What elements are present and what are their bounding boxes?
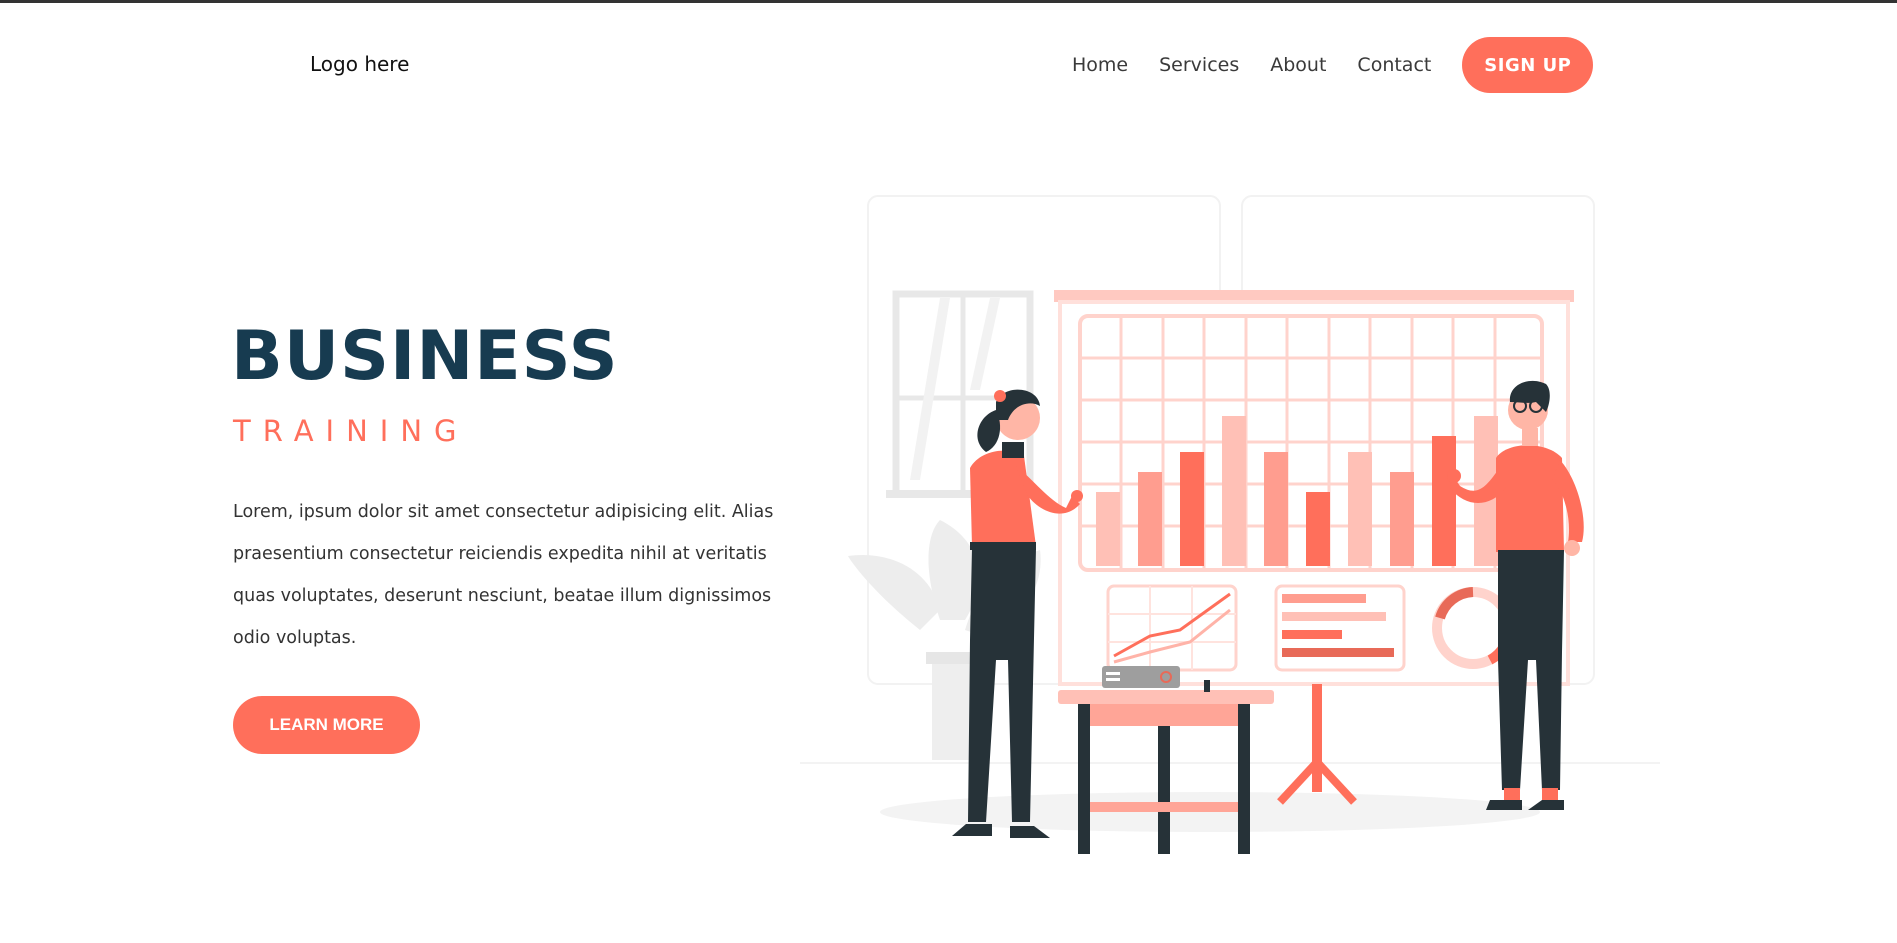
nav-services[interactable]: Services — [1159, 54, 1239, 76]
mini-bar-chart — [1274, 584, 1406, 672]
top-border — [0, 0, 1897, 3]
hero-title: BUSINESS — [231, 317, 619, 396]
nav-contact[interactable]: Contact — [1357, 54, 1431, 76]
nav-about[interactable]: About — [1270, 54, 1326, 76]
learn-more-button[interactable]: LEARN MORE — [233, 696, 420, 754]
business-training-illustration — [800, 195, 1660, 854]
sign-up-button[interactable]: SIGN UP — [1462, 37, 1594, 93]
mini-line-chart — [1106, 584, 1238, 672]
hero-subtitle: TRAINING — [233, 414, 469, 448]
logo-text[interactable]: Logo here — [310, 52, 409, 76]
main-nav: Home Services About Contact SIGN UP — [1072, 37, 1594, 93]
hero-description: Lorem, ipsum dolor sit amet consectetur … — [233, 502, 774, 648]
nav-home[interactable]: Home — [1072, 54, 1128, 76]
board-stand — [1312, 684, 1322, 792]
